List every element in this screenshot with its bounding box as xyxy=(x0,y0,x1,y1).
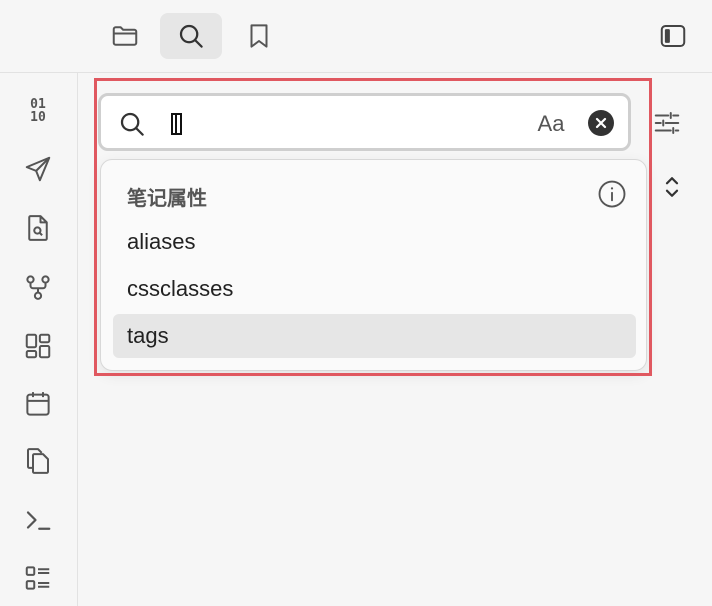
files-tab-button[interactable] xyxy=(94,13,156,59)
graph-view-button[interactable] xyxy=(20,269,56,305)
outline-button[interactable] xyxy=(20,560,56,596)
search-tab-button[interactable] xyxy=(160,13,222,59)
left-ribbon: 01 10 xyxy=(0,73,78,606)
copy-icon xyxy=(27,448,49,474)
clear-icon xyxy=(595,117,607,129)
match-case-button[interactable]: Aa xyxy=(533,108,569,140)
suggestion-item-aliases[interactable]: aliases xyxy=(113,220,636,264)
command-palette-button[interactable] xyxy=(20,502,56,538)
search-field[interactable]: Aa xyxy=(98,93,631,151)
binary-icon[interactable]: 01 10 xyxy=(20,93,56,129)
bookmarks-tab-button[interactable] xyxy=(228,13,290,59)
suggestion-item-cssclasses[interactable]: cssclasses xyxy=(113,267,636,311)
binary-line-2: 10 xyxy=(30,110,46,125)
layout-grid-icon xyxy=(25,333,51,359)
text-cursor xyxy=(171,113,182,135)
top-bar xyxy=(0,0,712,73)
send-button[interactable] xyxy=(20,151,56,187)
daily-note-button[interactable] xyxy=(20,386,56,422)
sliders-icon xyxy=(654,112,680,134)
templates-button[interactable] xyxy=(20,443,56,479)
graph-icon xyxy=(26,275,50,300)
info-icon[interactable] xyxy=(597,179,627,209)
dropdown-header: 笔记属性 xyxy=(127,188,207,210)
list-icon xyxy=(25,566,50,590)
suggestion-dropdown: 笔记属性 aliases cssclasses tags xyxy=(100,159,647,371)
search-icon xyxy=(120,112,144,136)
sidebar-toggle-button[interactable] xyxy=(642,13,704,59)
send-icon xyxy=(25,156,51,182)
file-search-icon xyxy=(28,215,48,241)
search-settings-button[interactable] xyxy=(650,106,684,140)
clear-search-button[interactable] xyxy=(588,110,614,136)
file-search-button[interactable] xyxy=(20,210,56,246)
search-input[interactable] xyxy=(187,106,521,140)
bookmark-icon xyxy=(250,24,268,48)
sidebar-toggle-icon xyxy=(660,25,686,47)
canvas-button[interactable] xyxy=(20,328,56,364)
calendar-icon xyxy=(26,392,50,416)
suggestion-item-tags[interactable]: tags xyxy=(113,314,636,358)
terminal-icon xyxy=(26,511,51,530)
search-icon xyxy=(179,24,203,48)
folder-icon xyxy=(112,26,138,46)
chevron-up-down-icon xyxy=(665,177,679,197)
sort-button[interactable] xyxy=(655,170,689,204)
